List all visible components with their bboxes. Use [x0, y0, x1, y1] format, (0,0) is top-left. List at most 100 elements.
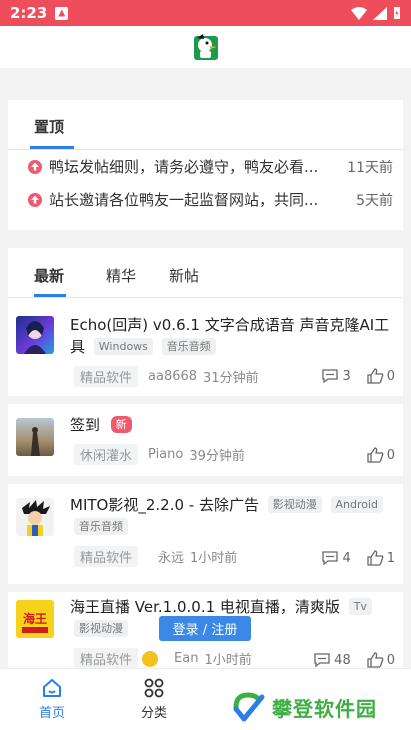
bottom-nav: 首页 分类 攀登软件园 — [0, 668, 411, 730]
verified-badge-icon — [142, 650, 159, 667]
like-button[interactable]: 0 — [367, 447, 395, 463]
post-item[interactable]: MITO影视_2.2.0 - 去除广告 影视动漫 Android 音乐音频 精品… — [8, 484, 403, 584]
app-notification-icon — [55, 6, 69, 20]
pinned-item[interactable]: 站长邀请各位鸭友一起监督网站，共同... 5天前 — [8, 183, 403, 216]
post-meta: 精品软件 aa8668 31分钟前 — [74, 366, 259, 387]
comment-count: 3 — [342, 368, 351, 384]
post-tag[interactable]: Windows — [93, 338, 153, 355]
post-author[interactable]: 永远 — [158, 547, 184, 566]
post-author[interactable]: Ean — [174, 651, 198, 666]
post-tag[interactable]: 音乐音频 — [74, 518, 128, 535]
post-time: 1小时前 — [190, 551, 238, 566]
pinned-item-time: 5天前 — [356, 192, 393, 209]
thumbs-up-icon — [367, 447, 384, 463]
watermark-text: 攀登软件园 — [272, 696, 377, 721]
post-category[interactable]: 精品软件 — [74, 366, 139, 387]
nav-categories[interactable]: 分类 — [134, 677, 174, 721]
post-stats: 3 0 — [321, 368, 395, 384]
post-thumbnail — [16, 316, 54, 354]
divider — [8, 476, 403, 484]
comment-count: 4 — [342, 550, 351, 566]
home-icon — [43, 679, 61, 697]
like-button[interactable]: 0 — [367, 652, 395, 668]
pinned-item-title: 站长邀请各位鸭友一起监督网站，共同... — [49, 191, 319, 209]
feed-tab-bar: 最新 精华 新帖 — [8, 248, 403, 298]
login-register-button[interactable]: 登录 / 注册 — [159, 616, 251, 641]
post-author[interactable]: aa8668 — [148, 369, 197, 384]
post-title: MITO影视_2.2.0 - 去除广告 — [70, 496, 259, 514]
divider — [8, 584, 403, 592]
comment-button[interactable]: 3 — [321, 368, 351, 384]
post-meta: 休闲灌水 Piano 39分钟前 — [74, 444, 245, 465]
post-item[interactable]: 签到 新 休闲灌水 Piano 39分钟前 0 — [8, 404, 403, 476]
nav-categories-label: 分类 — [140, 706, 167, 721]
post-title-line: MITO影视_2.2.0 - 去除广告 影视动漫 Android 音乐音频 — [70, 494, 395, 538]
like-count: 0 — [386, 652, 395, 668]
tab-indicator — [30, 146, 74, 149]
feed-tab-card: 最新 精华 新帖 — [8, 248, 403, 300]
post-meta: 精品软件 永远 1小时前 — [74, 546, 237, 567]
svg-text:海王: 海王 — [23, 611, 47, 626]
comment-icon — [322, 369, 339, 384]
pinned-item-time: 11天前 — [347, 159, 393, 176]
comment-icon — [314, 653, 330, 668]
post-category[interactable]: 精品软件 — [74, 546, 139, 567]
grid-icon — [144, 678, 164, 698]
pinned-item-title: 鸭坛发帖细则，请务必遵守，鸭友必看... — [49, 158, 319, 176]
comment-button[interactable]: 48 — [313, 652, 351, 668]
post-title: 签到 — [70, 416, 101, 434]
signal-icon — [373, 6, 387, 20]
comment-button[interactable]: 4 — [321, 550, 351, 566]
thumbs-up-icon — [367, 368, 384, 384]
post-stats: 48 0 — [313, 652, 395, 668]
top-bar — [0, 26, 411, 68]
comment-count: 48 — [334, 652, 351, 668]
status-icons — [351, 6, 401, 20]
pinned-item[interactable]: 鸭坛发帖细则，请务必遵守，鸭友必看... 11天前 — [8, 150, 403, 183]
post-tag[interactable]: Tv — [348, 598, 372, 615]
post-author[interactable]: Piano — [148, 447, 183, 462]
watermark-logo-icon — [233, 692, 265, 722]
nav-home-label: 首页 — [38, 706, 65, 721]
post-thumbnail: 海王 — [16, 600, 54, 638]
comment-icon — [322, 551, 339, 566]
post-title: 海王直播 Ver.1.0.0.1 电视直播，清爽版 — [70, 598, 340, 616]
post-item[interactable]: Echo(回声) v0.6.1 文字合成语音 声音克隆AI工具 Windows … — [8, 300, 403, 396]
post-tag[interactable]: Android — [330, 496, 384, 513]
like-button[interactable]: 1 — [367, 550, 395, 566]
post-tag[interactable]: 影视动漫 — [74, 620, 128, 637]
new-badge: 新 — [110, 416, 132, 433]
like-count: 0 — [386, 447, 395, 463]
post-thumbnail — [16, 418, 54, 456]
pinned-tab-bar: 置顶 — [8, 100, 403, 150]
post-stats: 4 1 — [321, 550, 395, 566]
post-thumbnail — [16, 498, 54, 536]
tab-latest[interactable]: 最新 — [34, 265, 64, 286]
post-tag[interactable]: 音乐音频 — [161, 338, 216, 355]
post-category[interactable]: 休闲灌水 — [74, 444, 139, 465]
tab-indicator — [34, 294, 66, 297]
post-stats: 0 — [367, 447, 395, 463]
status-bar: 2:23 — [0, 0, 411, 26]
tab-featured[interactable]: 精华 — [106, 265, 136, 286]
watermark: 攀登软件园 — [228, 687, 377, 727]
status-time: 2:23 — [10, 4, 48, 22]
nav-home[interactable]: 首页 — [32, 677, 72, 721]
wifi-icon — [351, 6, 367, 20]
post-title-line: Echo(回声) v0.6.1 文字合成语音 声音克隆AI工具 Windows … — [70, 314, 395, 358]
tab-new-posts[interactable]: 新帖 — [169, 265, 199, 286]
thumbs-up-icon — [367, 550, 384, 566]
post-time: 31分钟前 — [203, 371, 259, 386]
tab-pinned[interactable]: 置顶 — [34, 116, 64, 137]
divider — [8, 396, 403, 404]
duck-logo-icon[interactable] — [191, 32, 221, 62]
post-tag[interactable]: 影视动漫 — [267, 496, 322, 513]
pin-up-arrow-icon — [28, 159, 42, 174]
post-meta: 精品软件 Ean 1小时前 — [74, 648, 252, 668]
like-count: 1 — [386, 550, 395, 566]
post-time: 1小时前 — [204, 653, 252, 668]
post-category[interactable]: 精品软件 — [74, 648, 139, 668]
like-count: 0 — [386, 368, 395, 384]
pinned-card: 置顶 鸭坛发帖细则，请务必遵守，鸭友必看... 11天前 站长邀请各位鸭友一起监… — [8, 100, 403, 230]
like-button[interactable]: 0 — [367, 368, 395, 384]
